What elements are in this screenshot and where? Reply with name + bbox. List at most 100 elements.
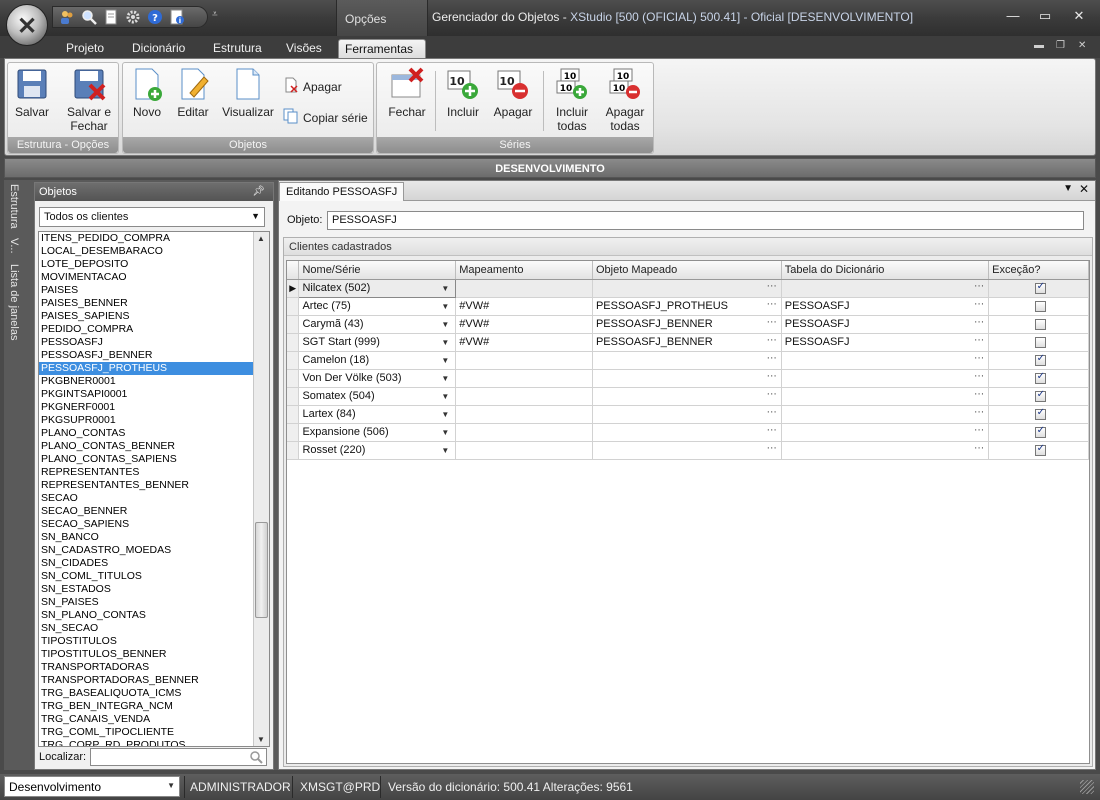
- row-indicator[interactable]: [287, 315, 300, 334]
- cell-tabela-dicionario[interactable]: PESSOASFJ ⋯: [781, 297, 990, 316]
- cell-mapeamento[interactable]: [455, 405, 593, 424]
- users-icon[interactable]: [59, 9, 75, 25]
- row-indicator[interactable]: [287, 387, 300, 406]
- table-row[interactable]: SGT Start (999) ▼ #VW# PESSOASFJ_BENNER ⋯ PES…: [287, 333, 1089, 352]
- close-tab-icon[interactable]: ✕: [1079, 182, 1089, 196]
- localizar-input[interactable]: [90, 748, 267, 766]
- tab-projeto[interactable]: Projeto: [60, 39, 110, 59]
- table-row[interactable]: Camelon (18) ▼ ⋯ ⋯: [287, 351, 1089, 370]
- mdi-minimize-button[interactable]: ▬: [1034, 40, 1044, 51]
- cell-tabela-dicionario[interactable]: PESSOASFJ ⋯: [781, 333, 990, 352]
- list-item[interactable]: PKGSUPR0001: [39, 414, 253, 427]
- ellipsis-button[interactable]: ⋯: [974, 281, 984, 292]
- maximize-button[interactable]: ▭: [1034, 7, 1056, 25]
- column-header-objeto-mapeado[interactable]: Objeto Mapeado: [592, 261, 782, 280]
- cell-mapeamento[interactable]: [455, 351, 593, 370]
- cell-excecao[interactable]: [988, 315, 1089, 334]
- ellipsis-button[interactable]: ⋯: [974, 389, 984, 400]
- ellipsis-button[interactable]: ⋯: [767, 299, 777, 310]
- table-row[interactable]: Carymã (43) ▼ #VW# PESSOASFJ_BENNER ⋯ PESSOAS…: [287, 315, 1089, 334]
- column-header-tabela-dicionario[interactable]: Tabela do Dicionário: [781, 261, 990, 280]
- cell-excecao[interactable]: [988, 423, 1089, 442]
- list-item[interactable]: SN_CADASTRO_MOEDAS: [39, 544, 253, 557]
- side-tab-visoes[interactable]: V...: [8, 238, 20, 254]
- table-row[interactable]: Rosset (220) ▼ ⋯ ⋯: [287, 441, 1089, 460]
- list-item[interactable]: SECAO_SAPIENS: [39, 518, 253, 531]
- side-tab-lista-janelas[interactable]: Lista de janelas: [8, 264, 20, 340]
- tab-estrutura[interactable]: Estrutura: [207, 39, 268, 59]
- salvar-fechar-button[interactable]: Salvar e Fechar: [64, 65, 114, 133]
- excecao-checkbox[interactable]: [1034, 371, 1046, 384]
- client-filter-select[interactable]: Todos os clientes ▼: [39, 207, 265, 227]
- row-indicator[interactable]: [287, 297, 300, 316]
- table-row[interactable]: Expansione (506) ▼ ⋯ ⋯: [287, 423, 1089, 442]
- side-tab-estrutura[interactable]: Estrutura: [8, 184, 20, 229]
- cell-objeto-mapeado[interactable]: PESSOASFJ_PROTHEUS ⋯: [592, 297, 782, 316]
- list-item[interactable]: ITENS_PEDIDO_COMPRA: [39, 232, 253, 245]
- list-item[interactable]: TIPOSTITULOS: [39, 635, 253, 648]
- cell-mapeamento[interactable]: [455, 369, 593, 388]
- list-item[interactable]: PKGNERF0001: [39, 401, 253, 414]
- list-item[interactable]: TRANSPORTADORAS: [39, 661, 253, 674]
- cell-mapeamento[interactable]: [455, 387, 593, 406]
- cell-excecao[interactable]: [988, 333, 1089, 352]
- row-indicator[interactable]: ▶: [287, 279, 300, 298]
- scroll-down-icon[interactable]: ▼: [257, 735, 265, 744]
- cell-tabela-dicionario[interactable]: ⋯: [781, 351, 990, 370]
- tab-dicionario[interactable]: Dicionário: [126, 39, 191, 59]
- chevron-down-icon[interactable]: ▼: [441, 320, 449, 329]
- list-item[interactable]: SN_BANCO: [39, 531, 253, 544]
- visualizar-button[interactable]: Visualizar: [221, 65, 275, 119]
- help-icon[interactable]: ?: [147, 9, 163, 25]
- cell-objeto-mapeado[interactable]: ⋯: [592, 405, 782, 424]
- document-icon[interactable]: [103, 9, 119, 25]
- info-icon[interactable]: i: [169, 9, 185, 25]
- cell-mapeamento[interactable]: [455, 441, 593, 460]
- list-item[interactable]: PAISES_SAPIENS: [39, 310, 253, 323]
- copiar-serie-button[interactable]: Copiar série: [283, 108, 368, 127]
- cell-objeto-mapeado[interactable]: PESSOASFJ_BENNER ⋯: [592, 315, 782, 334]
- ellipsis-button[interactable]: ⋯: [767, 443, 777, 454]
- ellipsis-button[interactable]: ⋯: [974, 425, 984, 436]
- cell-tabela-dicionario[interactable]: ⋯: [781, 279, 990, 298]
- app-menu-button[interactable]: ✕: [6, 4, 48, 46]
- apagar-objeto-button[interactable]: Apagar: [283, 77, 342, 96]
- list-item[interactable]: PLANO_CONTAS_BENNER: [39, 440, 253, 453]
- cell-nome-serie[interactable]: Lartex (84) ▼: [298, 405, 457, 424]
- chevron-down-icon[interactable]: ▼: [441, 374, 449, 383]
- pin-icon[interactable]: 📌︎: [252, 183, 265, 201]
- cell-mapeamento[interactable]: [455, 423, 593, 442]
- list-item[interactable]: TRANSPORTADORAS_BENNER: [39, 674, 253, 687]
- cell-objeto-mapeado[interactable]: PESSOASFJ_BENNER ⋯: [592, 333, 782, 352]
- chevron-down-icon[interactable]: ▼: [441, 356, 449, 365]
- tab-visoes[interactable]: Visões: [280, 39, 328, 59]
- list-item[interactable]: PAISES_BENNER: [39, 297, 253, 310]
- ellipsis-button[interactable]: ⋯: [767, 389, 777, 400]
- excecao-checkbox[interactable]: [1034, 336, 1046, 348]
- cell-mapeamento[interactable]: #VW#: [455, 297, 593, 316]
- ellipsis-button[interactable]: ⋯: [974, 299, 984, 310]
- mdi-restore-button[interactable]: ❐: [1056, 40, 1065, 51]
- list-item[interactable]: PLANO_CONTAS: [39, 427, 253, 440]
- mdi-close-button[interactable]: ✕: [1078, 40, 1086, 51]
- list-item[interactable]: SN_PAISES: [39, 596, 253, 609]
- list-item[interactable]: PESSOASFJ: [39, 336, 253, 349]
- cell-excecao[interactable]: [988, 297, 1089, 316]
- cell-tabela-dicionario[interactable]: ⋯: [781, 423, 990, 442]
- excecao-checkbox[interactable]: [1034, 300, 1046, 312]
- ellipsis-button[interactable]: ⋯: [974, 443, 984, 454]
- list-item[interactable]: LOCAL_DESEMBARACO: [39, 245, 253, 258]
- cell-nome-serie[interactable]: Nilcatex (502) ▼: [298, 278, 457, 298]
- table-row[interactable]: Somatex (504) ▼ ⋯ ⋯: [287, 387, 1089, 406]
- list-item[interactable]: SN_COML_TITULOS: [39, 570, 253, 583]
- table-row[interactable]: Von Der Völke (503) ▼ ⋯ ⋯: [287, 369, 1089, 388]
- list-item[interactable]: SECAO_BENNER: [39, 505, 253, 518]
- list-item[interactable]: TRG_CORP_RD_PRODUTOS: [39, 739, 253, 746]
- cell-objeto-mapeado[interactable]: ⋯: [592, 279, 782, 298]
- cell-mapeamento[interactable]: #VW#: [455, 333, 593, 352]
- row-indicator[interactable]: [287, 423, 300, 442]
- cell-objeto-mapeado[interactable]: ⋯: [592, 423, 782, 442]
- minimize-button[interactable]: —: [1002, 7, 1024, 25]
- cell-excecao[interactable]: [988, 369, 1089, 388]
- cell-nome-serie[interactable]: Expansione (506) ▼: [298, 423, 457, 442]
